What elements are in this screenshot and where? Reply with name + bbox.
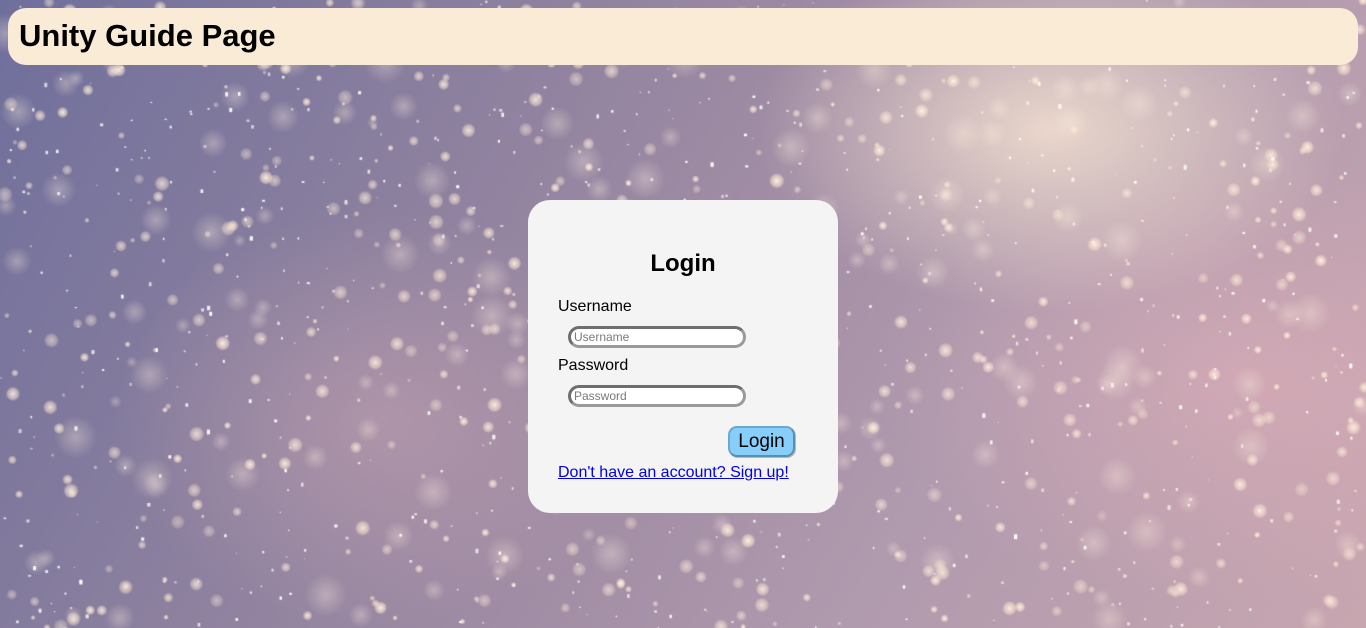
password-label: Password [558,357,629,374]
page-header: Unity Guide Page [8,8,1358,65]
username-input[interactable] [568,326,746,348]
signup-link[interactable]: Don't have an account? Sign up! [558,464,789,482]
login-title: Login [650,250,716,277]
login-card: Login Username Password Login Don't have… [528,200,838,513]
username-label: Username [558,298,632,315]
password-input[interactable] [568,385,746,407]
page-title: Unity Guide Page [19,18,276,53]
login-button[interactable]: Login [728,426,795,457]
